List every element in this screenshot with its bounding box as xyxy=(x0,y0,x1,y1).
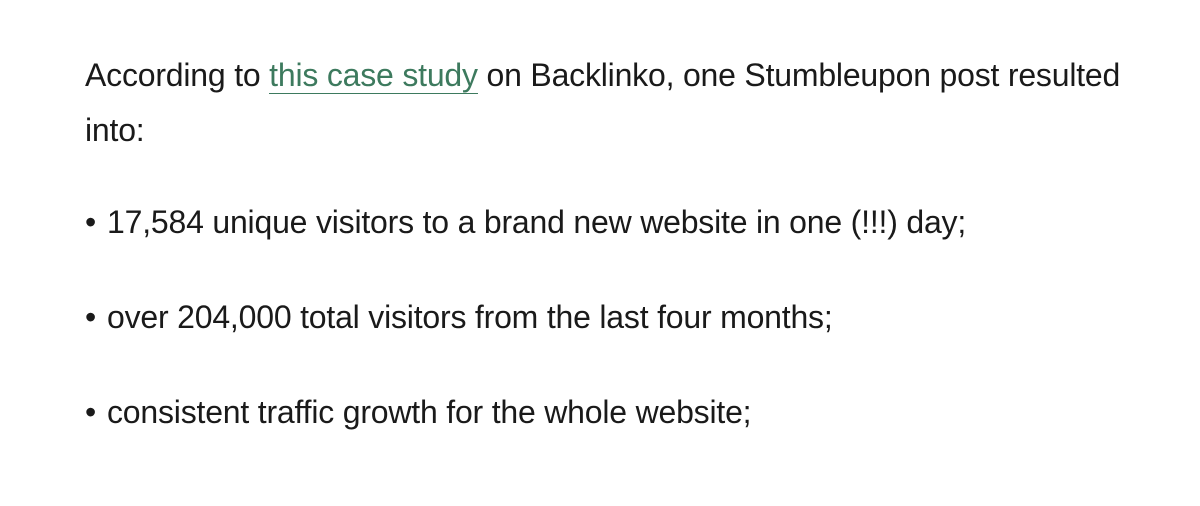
article-body: According to this case study on Backlink… xyxy=(85,48,1145,430)
bullet-marker: • xyxy=(85,394,97,430)
list-item: • consistent traffic growth for the whole… xyxy=(85,388,966,436)
bullet-marker: • xyxy=(85,204,97,240)
case-study-link[interactable]: this case study xyxy=(269,57,478,94)
list-item-text: 17,584 unique visitors to a brand new we… xyxy=(107,204,967,240)
list-item: • over 204,000 total visitors from the la… xyxy=(85,293,966,341)
results-list: • 17,584 unique visitors to a brand new w… xyxy=(85,198,966,483)
list-item-text: consistent traffic growth for the whole … xyxy=(107,394,752,430)
bullet-marker: • xyxy=(85,299,97,335)
list-item: • 17,584 unique visitors to a brand new w… xyxy=(85,198,966,246)
list-item-text: over 204,000 total visitors from the las… xyxy=(107,299,833,335)
intro-text-before-link: According to xyxy=(85,57,270,93)
intro-paragraph: According to this case study on Backlink… xyxy=(85,48,1145,158)
